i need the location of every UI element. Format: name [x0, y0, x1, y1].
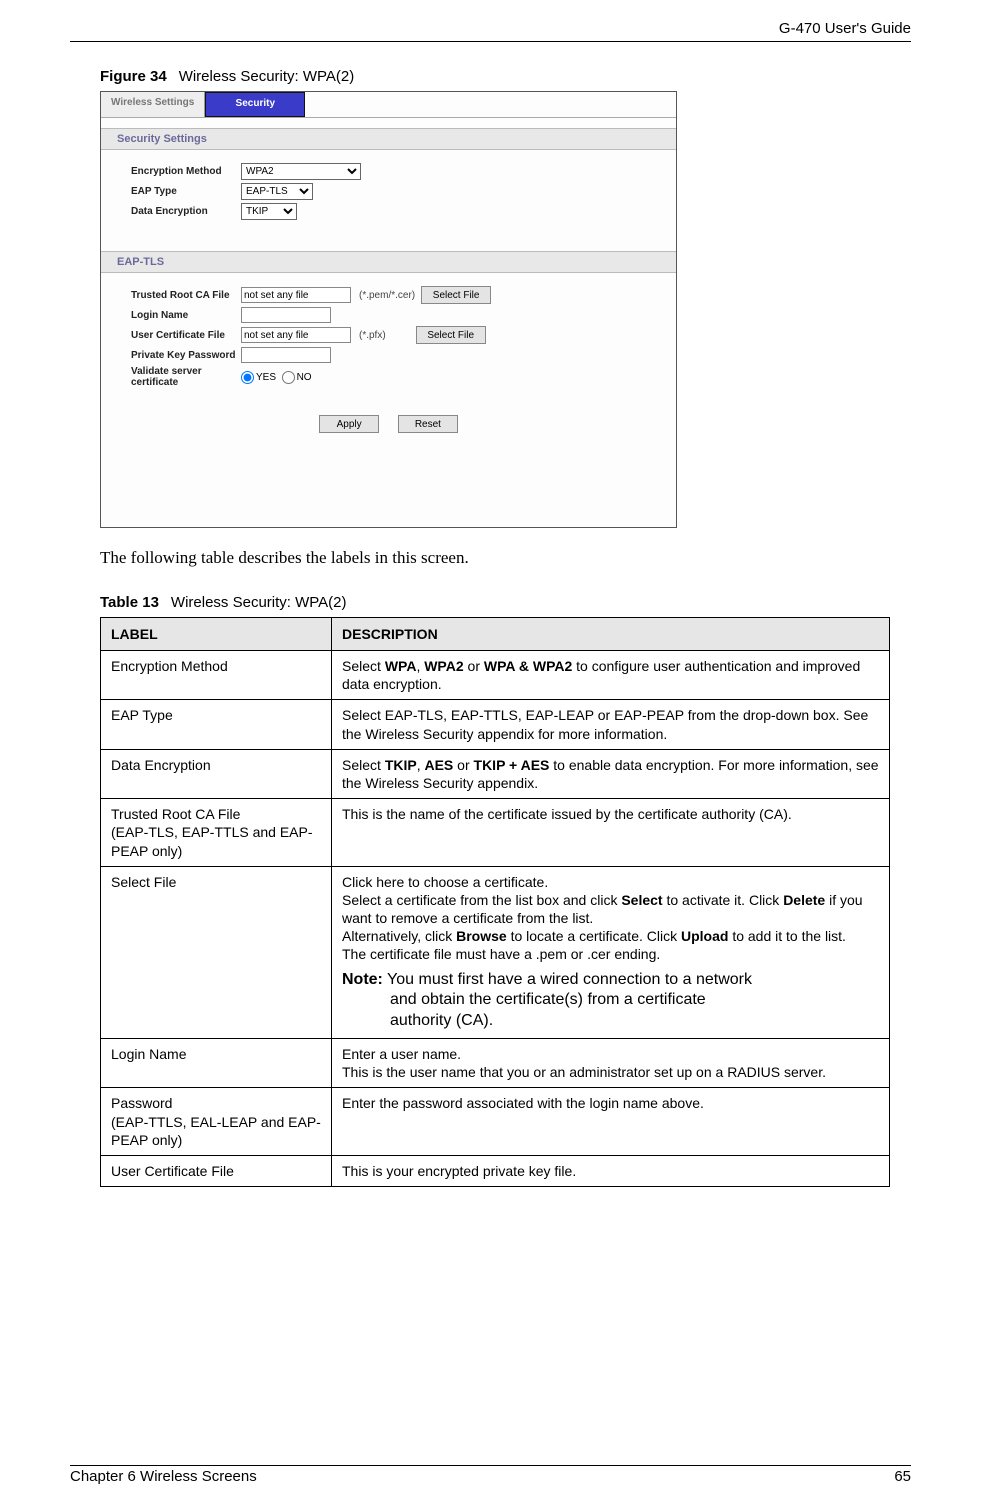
- header-guide-title: G-470 User's Guide: [70, 20, 911, 37]
- body-intro-text: The following table describes the labels…: [100, 548, 911, 568]
- user-cert-select-file-button[interactable]: Select File: [416, 326, 486, 344]
- table-row: Data Encryption Select TKIP, AES or TKIP…: [101, 749, 890, 798]
- cell-desc: This is your encrypted private key file.: [332, 1155, 890, 1186]
- tab-wireless-settings[interactable]: Wireless Settings: [101, 92, 205, 117]
- table-row: Trusted Root CA File(EAP-TLS, EAP-TTLS a…: [101, 799, 890, 867]
- cell-label: Trusted Root CA File(EAP-TLS, EAP-TTLS a…: [101, 799, 332, 867]
- ca-select-file-button[interactable]: Select File: [421, 286, 491, 304]
- reset-button[interactable]: Reset: [398, 415, 458, 433]
- user-cert-input[interactable]: [241, 327, 351, 343]
- table-caption: Table 13 Wireless Security: WPA(2): [100, 594, 911, 611]
- encryption-method-select[interactable]: WPA2: [241, 163, 361, 180]
- eap-type-label: EAP Type: [131, 186, 241, 197]
- user-cert-label: User Certificate File: [131, 330, 241, 341]
- cell-label: Encryption Method: [101, 651, 332, 700]
- section-eap-tls: EAP-TLS: [101, 251, 676, 273]
- validate-no-option[interactable]: NO: [282, 371, 312, 384]
- private-key-password-label: Private Key Password: [131, 350, 241, 361]
- validate-server-cert-label: Validate server certificate: [131, 366, 241, 388]
- cell-desc: Enter the password associated with the l…: [332, 1088, 890, 1156]
- page-footer: Chapter 6 Wireless Screens 65: [70, 1461, 911, 1485]
- table-row: Login Name Enter a user name.This is the…: [101, 1039, 890, 1088]
- data-encryption-select[interactable]: TKIP: [241, 203, 297, 220]
- cell-desc: Enter a user name.This is the user name …: [332, 1039, 890, 1088]
- col-label: LABEL: [101, 618, 332, 651]
- section-security-settings: Security Settings: [101, 128, 676, 150]
- cell-desc: Select EAP-TLS, EAP-TTLS, EAP-LEAP or EA…: [332, 700, 890, 749]
- eap-type-select[interactable]: EAP-TLS: [241, 183, 313, 200]
- ca-file-input[interactable]: [241, 287, 351, 303]
- screenshot-panel: Wireless Settings Security Security Sett…: [100, 91, 677, 528]
- col-description: DESCRIPTION: [332, 618, 890, 651]
- cell-desc: Select WPA, WPA2 or WPA & WPA2 to config…: [332, 651, 890, 700]
- cell-label: Select File: [101, 866, 332, 1038]
- table-row: User Certificate File This is your encry…: [101, 1155, 890, 1186]
- table-row: Select File Click here to choose a certi…: [101, 866, 890, 1038]
- validate-yes-radio[interactable]: [241, 371, 254, 384]
- table-header-row: LABEL DESCRIPTION: [101, 618, 890, 651]
- figure-title: Wireless Security: WPA(2): [179, 68, 355, 85]
- cell-desc: Click here to choose a certificate. Sele…: [332, 866, 890, 1038]
- table-row: EAP Type Select EAP-TLS, EAP-TTLS, EAP-L…: [101, 700, 890, 749]
- cell-label: Password(EAP-TTLS, EAL-LEAP and EAP-PEAP…: [101, 1088, 332, 1156]
- validate-yes-option[interactable]: YES: [241, 371, 276, 384]
- table-title: Wireless Security: WPA(2): [171, 594, 347, 611]
- table-row: Encryption Method Select WPA, WPA2 or WP…: [101, 651, 890, 700]
- login-name-input[interactable]: [241, 307, 331, 323]
- tab-security[interactable]: Security: [205, 92, 305, 117]
- validate-no-text: NO: [297, 372, 312, 383]
- ca-file-label: Trusted Root CA File: [131, 290, 241, 301]
- cell-label: Login Name: [101, 1039, 332, 1088]
- cell-desc: Select TKIP, AES or TKIP + AES to enable…: [332, 749, 890, 798]
- button-row: Apply Reset: [101, 401, 676, 441]
- table-label: Table 13: [100, 594, 159, 611]
- data-encryption-label: Data Encryption: [131, 206, 241, 217]
- description-table: LABEL DESCRIPTION Encryption Method Sele…: [100, 617, 890, 1187]
- apply-button[interactable]: Apply: [319, 415, 379, 433]
- eap-tls-panel: Trusted Root CA File (*.pem/*.cer) Selec…: [101, 273, 676, 401]
- footer-page-number: 65: [894, 1468, 911, 1485]
- footer-chapter: Chapter 6 Wireless Screens: [70, 1468, 257, 1485]
- header-rule: [70, 41, 911, 42]
- cell-desc: This is the name of the certificate issu…: [332, 799, 890, 867]
- user-cert-hint: (*.pfx): [359, 330, 386, 341]
- login-name-label: Login Name: [131, 310, 241, 321]
- ca-file-hint: (*.pem/*.cer): [359, 290, 415, 301]
- encryption-method-label: Encryption Method: [131, 166, 241, 177]
- cell-label: Data Encryption: [101, 749, 332, 798]
- security-settings-panel: Encryption Method WPA2 EAP Type EAP-TLS …: [101, 150, 676, 233]
- table-row: Password(EAP-TTLS, EAL-LEAP and EAP-PEAP…: [101, 1088, 890, 1156]
- private-key-password-input[interactable]: [241, 347, 331, 363]
- tab-bar: Wireless Settings Security: [101, 92, 676, 118]
- footer-rule: [70, 1465, 911, 1466]
- cell-label: EAP Type: [101, 700, 332, 749]
- validate-yes-text: YES: [256, 372, 276, 383]
- figure-caption: Figure 34 Wireless Security: WPA(2): [100, 68, 911, 85]
- validate-no-radio[interactable]: [282, 371, 295, 384]
- figure-label: Figure 34: [100, 68, 167, 85]
- cell-label: User Certificate File: [101, 1155, 332, 1186]
